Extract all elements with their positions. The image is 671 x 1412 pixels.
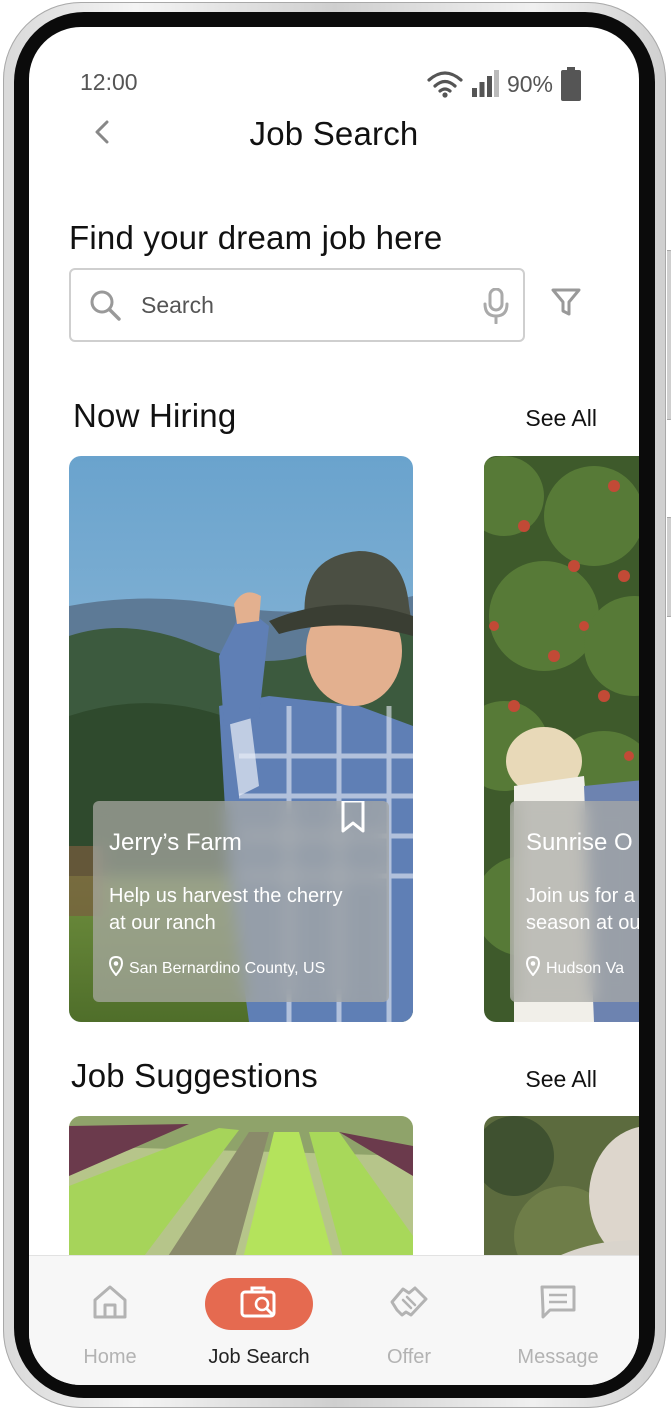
headline: Find your dream job here bbox=[69, 219, 443, 256]
card-description: Join us for a season at ou bbox=[526, 885, 639, 934]
wifi-icon bbox=[427, 70, 463, 98]
nav-offer-label: Offer bbox=[386, 1346, 432, 1368]
filter-icon bbox=[551, 287, 581, 322]
job-search-icon bbox=[240, 1284, 278, 1325]
nav-message-label: Message bbox=[517, 1346, 599, 1368]
card-location: Hudson Va bbox=[525, 955, 624, 981]
nav-home[interactable]: Home bbox=[35, 1256, 185, 1385]
message-icon bbox=[540, 1284, 576, 1325]
power-button bbox=[667, 517, 671, 617]
status-icons: 90% bbox=[427, 67, 581, 101]
card-name: Jerry’s Farm bbox=[109, 829, 242, 856]
card-location: San Bernardino County, US bbox=[108, 955, 326, 981]
location-pin-icon bbox=[108, 955, 124, 981]
search-box[interactable] bbox=[69, 268, 525, 342]
now-hiring-title: Now Hiring bbox=[73, 397, 237, 434]
page-title: Job Search bbox=[249, 115, 419, 152]
bottom-navigation: Home Job Search Offer Message bbox=[29, 1255, 639, 1385]
card-info-panel: Sunrise O Join us for a season at ou Hud… bbox=[510, 801, 639, 1002]
search-input[interactable] bbox=[141, 291, 461, 319]
volume-button bbox=[667, 250, 671, 420]
job-suggestions-see-all-link[interactable]: See All bbox=[525, 1066, 597, 1093]
card-info-panel: Jerry’s Farm Help us harvest the cherry … bbox=[93, 799, 389, 1002]
now-hiring-see-all-link[interactable]: See All bbox=[525, 405, 597, 432]
nav-offer[interactable]: Offer bbox=[334, 1256, 484, 1385]
home-icon bbox=[92, 1284, 128, 1325]
job-suggestions-title: Job Suggestions bbox=[71, 1057, 319, 1094]
microphone-icon[interactable] bbox=[483, 287, 509, 329]
card-name: Sunrise O bbox=[526, 829, 633, 856]
nav-job-search-label: Job Search bbox=[208, 1346, 310, 1368]
screen: 12:00 90% Job Search Find your dream job… bbox=[29, 27, 639, 1385]
nav-home-label: Home bbox=[83, 1346, 137, 1368]
handshake-icon bbox=[389, 1284, 429, 1325]
status-time: 12:00 bbox=[80, 69, 138, 95]
hiring-card-sunrise[interactable]: Sunrise O Join us for a season at ou Hud… bbox=[484, 456, 639, 1022]
search-icon bbox=[87, 287, 123, 323]
nav-message[interactable]: Message bbox=[483, 1256, 633, 1385]
filter-button[interactable] bbox=[549, 287, 583, 321]
bookmark-icon[interactable] bbox=[341, 799, 365, 838]
card-description: Help us harvest the cherry at our ranch bbox=[109, 885, 343, 934]
signal-icon bbox=[471, 70, 499, 98]
hiring-card-jerrys-farm[interactable]: Jerry’s Farm Help us harvest the cherry … bbox=[69, 456, 413, 1022]
card-location-text: Hudson Va bbox=[546, 959, 624, 977]
battery-percent: 90% bbox=[506, 70, 553, 97]
card-location-text: San Bernardino County, US bbox=[129, 959, 326, 977]
battery-icon bbox=[561, 67, 581, 101]
location-pin-icon bbox=[525, 955, 541, 981]
nav-job-search[interactable]: Job Search bbox=[184, 1256, 334, 1385]
